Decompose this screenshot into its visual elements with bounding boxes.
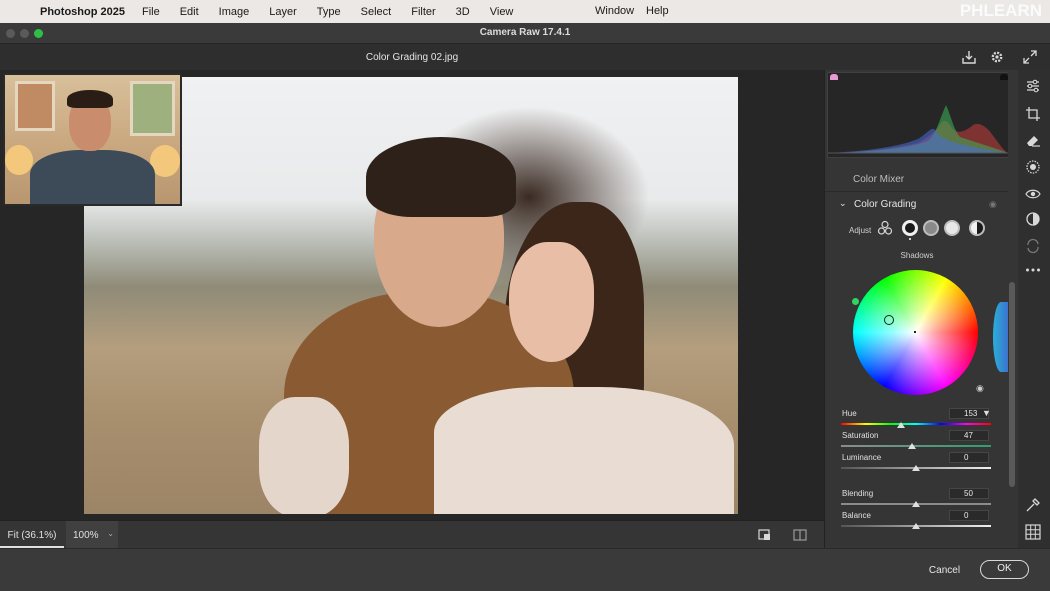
more-icon[interactable] — [1024, 261, 1042, 279]
fullscreen-icon[interactable] — [1023, 50, 1037, 64]
preview-photo[interactable] — [84, 77, 738, 514]
webcam-wall-art-left — [15, 81, 55, 131]
hue-slider-track[interactable] — [841, 423, 991, 425]
menu-edit[interactable]: Edit — [180, 6, 199, 18]
selected-mode-indicator — [909, 238, 911, 240]
color-mixer-section[interactable]: Color Mixer — [825, 170, 1009, 192]
color-grading-label: Color Grading — [854, 199, 917, 210]
shadow-color-indicator — [852, 298, 859, 305]
preview-mode-icon[interactable] — [758, 529, 771, 541]
presets-icon[interactable] — [1024, 210, 1042, 228]
zoom-value: 100% — [73, 530, 99, 541]
global-mode-button[interactable] — [969, 220, 985, 236]
menu-filter[interactable]: Filter — [411, 6, 435, 18]
menu-image[interactable]: Image — [219, 6, 250, 18]
highlights-mode-button[interactable] — [944, 220, 960, 236]
blending-label: Blending — [842, 489, 874, 498]
export-icon[interactable] — [962, 50, 976, 64]
webcam-wall-art-right — [130, 81, 175, 136]
panel-scrollbar-thumb[interactable] — [1009, 282, 1015, 487]
hue-expand-icon[interactable]: ▼ — [982, 408, 991, 418]
saturation-value[interactable]: 47 — [949, 430, 989, 441]
balance-label: Balance — [842, 511, 871, 520]
settings-icon[interactable] — [990, 50, 1004, 64]
webcam-overlay — [3, 73, 182, 206]
dialog-footer: Cancel OK — [0, 548, 1050, 591]
menu-file[interactable]: File — [142, 6, 160, 18]
menu-3d[interactable]: 3D — [456, 6, 470, 18]
hue-slider-thumb[interactable] — [897, 422, 905, 428]
menu-layer[interactable]: Layer — [269, 6, 297, 18]
saturation-label: Saturation — [842, 431, 879, 440]
ok-button[interactable]: OK — [980, 560, 1029, 579]
crop-icon[interactable] — [1024, 105, 1042, 123]
chevron-down-icon: ⌄ — [839, 198, 847, 208]
photo-woman-dress — [434, 387, 734, 514]
shadow-clipping-icon[interactable] — [830, 74, 838, 80]
document-header: Color Grading 02.jpg — [0, 44, 1050, 70]
mask-icon[interactable] — [1024, 158, 1042, 176]
luminance-label: Luminance — [842, 453, 882, 462]
saturation-slider-track[interactable] — [841, 445, 991, 447]
histogram — [827, 72, 1009, 158]
webcam-lamp-left — [5, 145, 33, 175]
canvas-bottom-bar: Fit (36.1%) 100% ⌄ — [0, 520, 824, 548]
menu-app-name[interactable]: Photoshop 2025 — [40, 6, 125, 18]
edit-panel: Color Mixer ⌄ Color Grading ◉ Adjust Sha… — [824, 70, 1009, 548]
menu-view[interactable]: View — [490, 6, 514, 18]
photo-man-hair — [366, 137, 516, 217]
photo-woman-face — [509, 242, 594, 362]
eyedropper-icon[interactable] — [1024, 496, 1042, 514]
redeye-icon[interactable] — [1024, 185, 1042, 203]
before-after-icon[interactable] — [793, 529, 807, 541]
wheel-label: Shadows — [900, 251, 934, 260]
color-grading-section-header[interactable]: ⌄ Color Grading ◉ — [825, 194, 1009, 216]
dialog-title-bar: Camera Raw 17.4.1 — [0, 23, 1050, 44]
next-color-wheel[interactable] — [993, 302, 1009, 372]
wheel-handle[interactable] — [884, 315, 894, 325]
wheel-center-mark — [914, 331, 916, 333]
eye-icon[interactable]: ◉ — [989, 199, 997, 210]
balance-value[interactable]: 0 — [949, 510, 989, 521]
snapshot-icon[interactable] — [1024, 237, 1042, 255]
menu-help[interactable]: Help — [646, 5, 669, 17]
highlight-clipping-icon[interactable] — [1000, 74, 1008, 80]
saturation-slider-thumb[interactable] — [907, 443, 916, 449]
cancel-button[interactable]: Cancel — [922, 562, 967, 579]
document-filename: Color Grading 02.jpg — [365, 52, 459, 63]
watermark-logo: PHLEARN — [959, 1, 1042, 20]
menu-type[interactable]: Type — [317, 6, 341, 18]
fit-zoom-button[interactable]: Fit (36.1%) — [0, 521, 64, 548]
luminance-value[interactable]: 0 — [949, 452, 989, 463]
eraser-icon[interactable] — [1024, 131, 1042, 149]
photo-woman-sleeve — [259, 397, 349, 514]
dialog-title: Camera Raw 17.4.1 — [479, 27, 571, 38]
menu-select[interactable]: Select — [361, 6, 392, 18]
menu-window[interactable]: Window — [595, 5, 634, 17]
webcam-presenter-hair — [67, 90, 113, 108]
histogram-graph — [828, 105, 1008, 154]
chevron-down-icon: ⌄ — [107, 529, 114, 538]
color-mixer-label: Color Mixer — [853, 174, 905, 185]
blending-value[interactable]: 50 — [949, 488, 989, 499]
webcam-presenter-body — [30, 150, 155, 204]
hue-label: Hue — [842, 409, 857, 418]
eye-icon[interactable]: ◉ — [976, 383, 984, 394]
grid-icon[interactable] — [1024, 523, 1042, 541]
balance-slider-thumb[interactable] — [912, 523, 920, 529]
shadows-mode-button[interactable] — [902, 220, 918, 236]
three-way-view-icon[interactable] — [877, 220, 893, 236]
luminance-slider-thumb[interactable] — [912, 465, 920, 471]
midtones-mode-button[interactable] — [923, 220, 939, 236]
adjust-label: Adjust — [849, 226, 872, 235]
zoom-select[interactable]: 100% ⌄ — [66, 521, 118, 548]
edit-sliders-icon[interactable] — [1024, 77, 1042, 95]
blending-slider-thumb[interactable] — [912, 501, 920, 507]
menu-bar: Photoshop 2025 File Edit Image Layer Typ… — [0, 0, 1050, 23]
